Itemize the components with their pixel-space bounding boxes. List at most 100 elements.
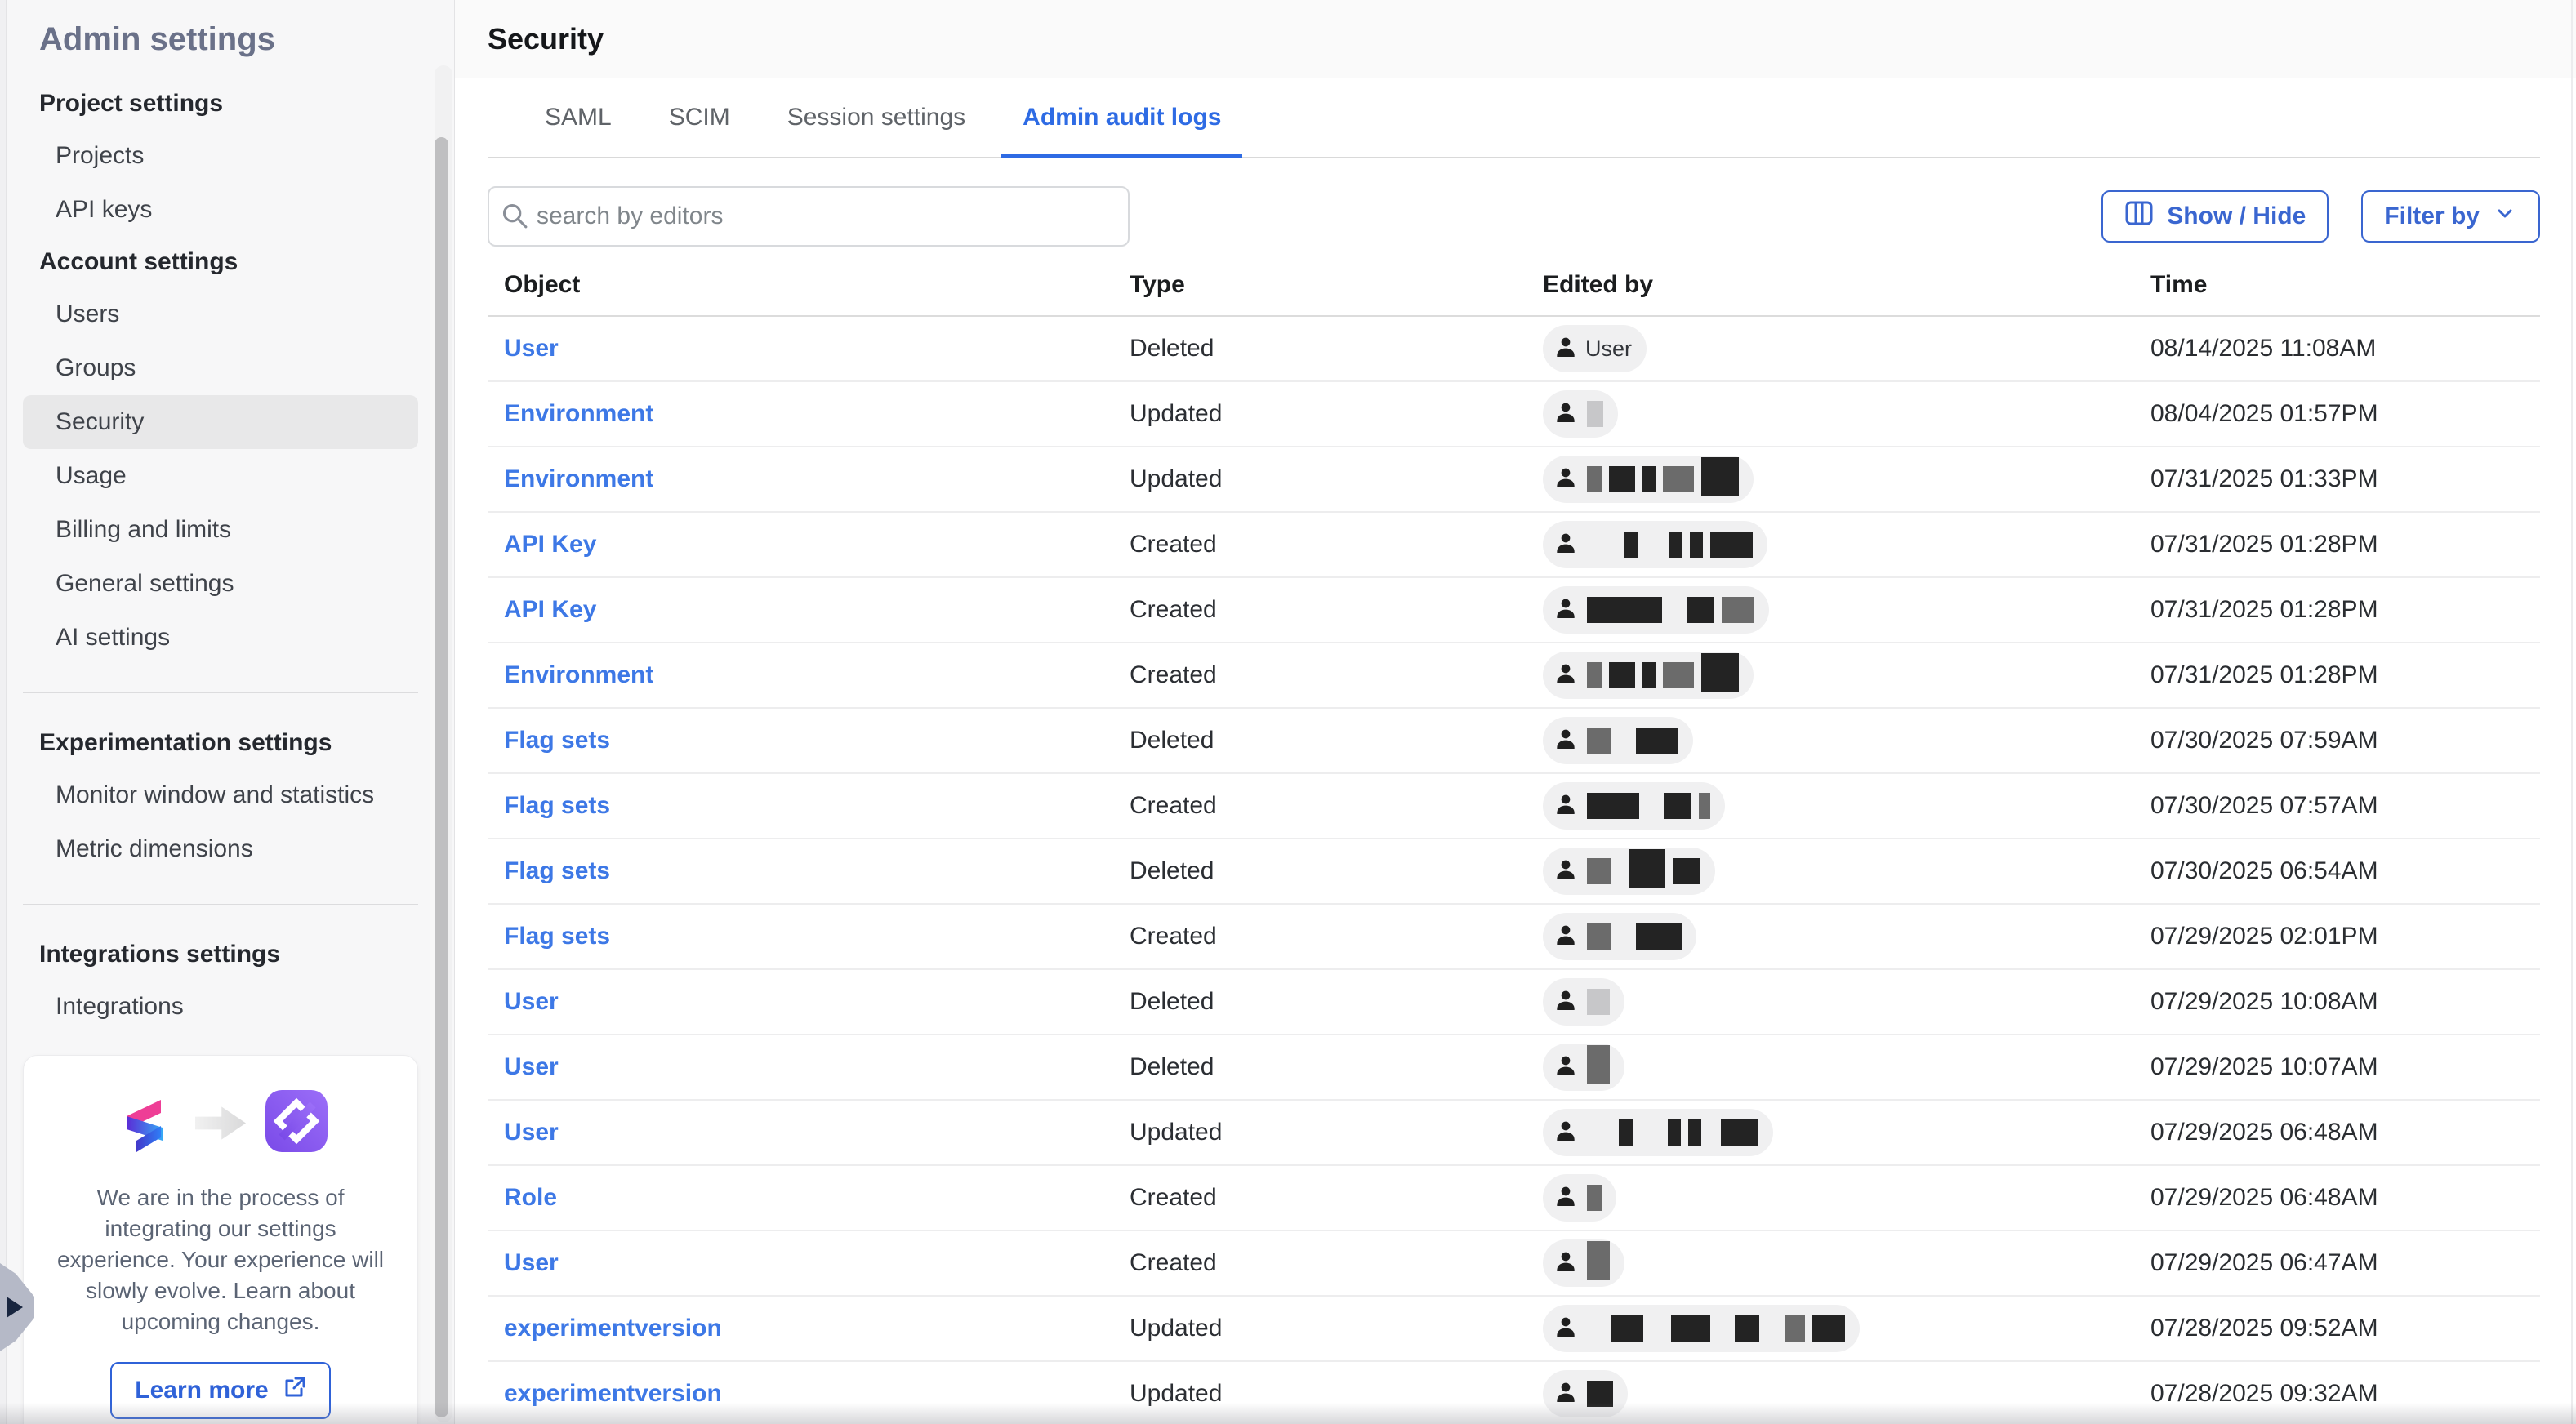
tab-session-settings[interactable]: Session settings bbox=[766, 78, 987, 157]
sidebar-item-projects[interactable]: Projects bbox=[7, 129, 454, 183]
edited-by-chip bbox=[1543, 586, 1769, 634]
sidebar-item-general-settings[interactable]: General settings bbox=[7, 557, 454, 611]
object-link[interactable]: API Key bbox=[504, 596, 596, 623]
edited-by-chip bbox=[1543, 1370, 1628, 1417]
edited-by-chip bbox=[1543, 1109, 1773, 1156]
redacted-block bbox=[1587, 923, 1611, 950]
edited-by-chip bbox=[1543, 1174, 1616, 1222]
object-link[interactable]: Flag sets bbox=[504, 792, 610, 819]
search-input[interactable] bbox=[488, 186, 1130, 247]
split-logo-icon bbox=[110, 1087, 179, 1159]
person-icon bbox=[1553, 922, 1579, 952]
person-icon bbox=[1553, 334, 1579, 364]
sidebar-scrollbar-track[interactable] bbox=[435, 65, 452, 1422]
column-header-object: Object bbox=[488, 271, 1130, 299]
redacted-block bbox=[1721, 1119, 1758, 1146]
sidebar-scrollbar-thumb[interactable] bbox=[435, 137, 448, 1417]
column-header-type: Type bbox=[1130, 271, 1543, 299]
object-link[interactable]: Flag sets bbox=[504, 857, 610, 884]
redacted-block bbox=[1587, 793, 1639, 819]
tab-admin-audit-logs[interactable]: Admin audit logs bbox=[1001, 78, 1242, 157]
redacted-editor-blocks bbox=[1587, 1185, 1602, 1211]
object-link[interactable]: User bbox=[504, 335, 559, 362]
tab-saml[interactable]: SAML bbox=[524, 78, 633, 157]
person-icon bbox=[1553, 1052, 1579, 1083]
redacted-block bbox=[1587, 1119, 1611, 1146]
redacted-editor-blocks bbox=[1587, 1315, 1845, 1342]
table-header-row: ObjectTypeEdited byTime bbox=[488, 255, 2540, 317]
sidebar-item-billing-and-limits[interactable]: Billing and limits bbox=[7, 503, 454, 557]
sidebar-item-integrations[interactable]: Integrations bbox=[7, 980, 454, 1034]
type-value: Created bbox=[1130, 1184, 1217, 1211]
table-row: Role Created 07/29/2025 06:48AM bbox=[488, 1166, 2540, 1231]
redacted-block bbox=[1636, 923, 1682, 950]
learn-more-button[interactable]: Learn more bbox=[110, 1362, 330, 1419]
object-link[interactable]: Environment bbox=[504, 661, 653, 688]
redacted-editor-blocks bbox=[1587, 923, 1682, 950]
table-row: Environment Created 07/31/2025 01:28PM bbox=[488, 643, 2540, 709]
object-link[interactable]: Environment bbox=[504, 400, 653, 427]
redacted-block bbox=[1587, 1381, 1613, 1407]
redacted-editor-blocks bbox=[1587, 728, 1678, 754]
redacted-block bbox=[1619, 728, 1629, 754]
table-row: Environment Updated 07/31/2025 01:33PM bbox=[488, 447, 2540, 513]
harness-app-icon bbox=[262, 1087, 331, 1159]
sidebar-item-groups[interactable]: Groups bbox=[7, 341, 454, 395]
sidebar-item-monitor-window-and-statistics[interactable]: Monitor window and statistics bbox=[7, 768, 454, 822]
redacted-block bbox=[1587, 1045, 1610, 1084]
edited-by-chip bbox=[1543, 1044, 1624, 1091]
show-hide-columns-button[interactable]: Show / Hide bbox=[2101, 190, 2329, 243]
toolbar: Show / Hide Filter by bbox=[488, 186, 2540, 247]
redacted-block bbox=[1609, 466, 1635, 492]
table-body: User Deleted User 08/14/2025 11:08AM Env… bbox=[488, 317, 2540, 1424]
object-link[interactable]: Environment bbox=[504, 465, 653, 492]
admin-settings-app: Admin settings Project settingsProjectsA… bbox=[0, 0, 2576, 1424]
show-hide-label: Show / Hide bbox=[2167, 202, 2306, 230]
redacted-editor-blocks bbox=[1587, 460, 1739, 499]
type-value: Updated bbox=[1130, 1315, 1222, 1342]
sidebar-section-header-integrations-settings: Integrations settings bbox=[7, 929, 454, 980]
object-link[interactable]: API Key bbox=[504, 531, 596, 558]
sidebar-item-api-keys[interactable]: API keys bbox=[7, 183, 454, 237]
external-link-icon bbox=[282, 1375, 306, 1406]
object-link[interactable]: User bbox=[504, 1119, 559, 1146]
redacted-block bbox=[1587, 401, 1603, 427]
person-icon bbox=[1553, 1248, 1579, 1279]
object-link[interactable]: User bbox=[504, 1053, 559, 1080]
sidebar-item-usage[interactable]: Usage bbox=[7, 449, 454, 503]
tab-scim[interactable]: SCIM bbox=[648, 78, 751, 157]
object-link[interactable]: User bbox=[504, 1249, 559, 1276]
sidebar-item-metric-dimensions[interactable]: Metric dimensions bbox=[7, 822, 454, 876]
sidebar-nav: Project settingsProjectsAPI keysAccount … bbox=[7, 78, 454, 1034]
redacted-editor-blocks bbox=[1587, 401, 1603, 427]
person-icon bbox=[1553, 530, 1579, 560]
page-title: Security bbox=[488, 22, 604, 56]
chevron-down-icon bbox=[2493, 201, 2517, 232]
filter-by-button[interactable]: Filter by bbox=[2361, 190, 2540, 243]
table-row: Environment Updated 08/04/2025 01:57PM bbox=[488, 382, 2540, 447]
object-link[interactable]: User bbox=[504, 988, 559, 1015]
time-value: 07/30/2025 06:54AM bbox=[2150, 857, 2378, 884]
redacted-block bbox=[1701, 457, 1739, 496]
object-link[interactable]: Role bbox=[504, 1184, 557, 1211]
redacted-block bbox=[1587, 662, 1602, 688]
edited-by-chip bbox=[1543, 717, 1693, 764]
table-row: experimentversion Updated 07/28/2025 09:… bbox=[488, 1297, 2540, 1362]
edited-by-chip bbox=[1543, 978, 1624, 1026]
object-link[interactable]: experimentversion bbox=[504, 1380, 722, 1407]
table-row: Flag sets Deleted 07/30/2025 07:59AM bbox=[488, 709, 2540, 774]
time-value: 07/29/2025 02:01PM bbox=[2150, 923, 2378, 950]
object-link[interactable]: experimentversion bbox=[504, 1315, 722, 1342]
redacted-block bbox=[1647, 793, 1656, 819]
table-row: API Key Created 07/31/2025 01:28PM bbox=[488, 513, 2540, 578]
sidebar-item-users[interactable]: Users bbox=[7, 287, 454, 341]
editor-name: User bbox=[1585, 336, 1632, 362]
sidebar-item-security[interactable]: Security bbox=[23, 395, 418, 449]
object-link[interactable]: Flag sets bbox=[504, 727, 610, 754]
object-link[interactable]: Flag sets bbox=[504, 923, 610, 950]
redacted-block bbox=[1668, 1119, 1681, 1146]
time-value: 07/30/2025 07:57AM bbox=[2150, 792, 2378, 819]
table-row: User Deleted 07/29/2025 10:08AM bbox=[488, 970, 2540, 1035]
sidebar-item-ai-settings[interactable]: AI settings bbox=[7, 611, 454, 665]
redacted-block bbox=[1611, 1315, 1643, 1342]
